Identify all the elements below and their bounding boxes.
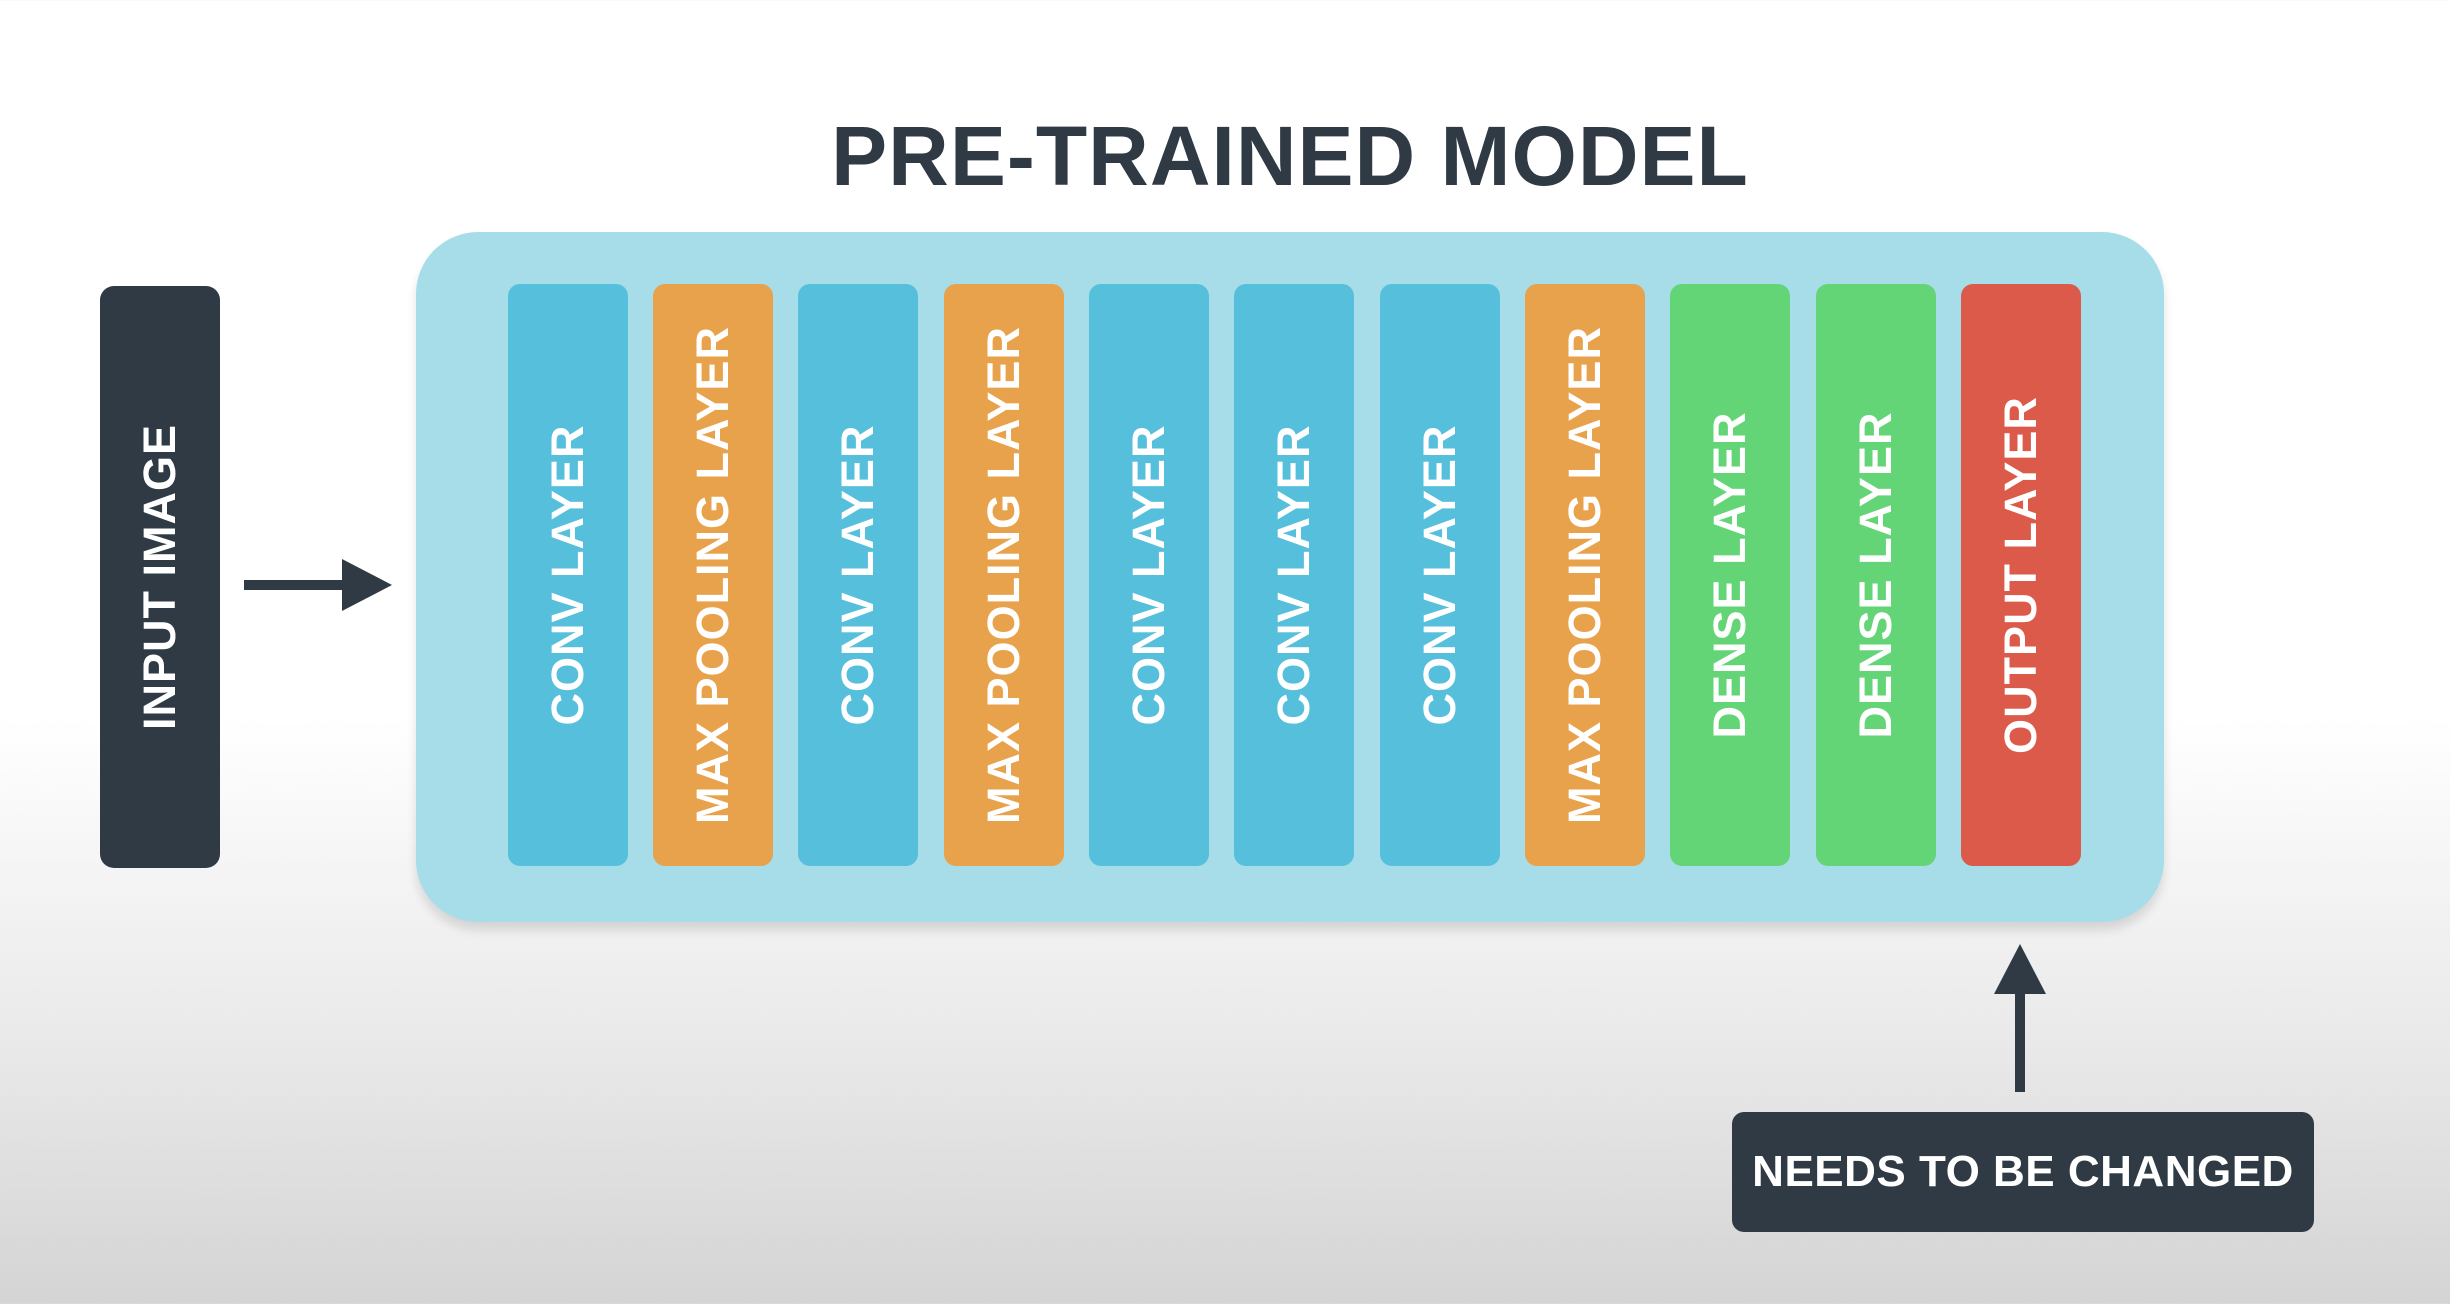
layer-block: CONV LAYER: [508, 284, 628, 866]
layer-label: MAX POOLING LAYER: [687, 326, 738, 824]
layer-block: MAX POOLING LAYER: [653, 284, 773, 866]
layer-label: CONV LAYER: [832, 424, 883, 726]
right-arrow-icon: [244, 559, 392, 611]
layer-label: CONV LAYER: [1123, 424, 1174, 726]
up-arrow-icon: [1994, 944, 2046, 1092]
layer-block: CONV LAYER: [1380, 284, 1500, 866]
input-image-block: INPUT IMAGE: [100, 286, 220, 868]
layer-block: MAX POOLING LAYER: [1525, 284, 1645, 866]
layer-block: CONV LAYER: [798, 284, 918, 866]
output-layer-block: OUTPUT LAYER: [1961, 284, 2081, 866]
layer-block: CONV LAYER: [1089, 284, 1209, 866]
layer-label: MAX POOLING LAYER: [978, 326, 1029, 824]
layer-block: MAX POOLING LAYER: [944, 284, 1064, 866]
callout-label: NEEDS TO BE CHANGED: [1752, 1147, 2294, 1196]
layer-block: CONV LAYER: [1234, 284, 1354, 866]
layer-label: MAX POOLING LAYER: [1559, 326, 1610, 824]
layer-label: CONV LAYER: [542, 424, 593, 726]
diagram-title: PRE-TRAINED MODEL: [831, 109, 1749, 203]
layer-label: CONV LAYER: [1268, 424, 1319, 726]
layer-label: DENSE LAYER: [1850, 411, 1901, 739]
pretrained-model-panel: CONV LAYER MAX POOLING LAYER CONV LAYER …: [416, 232, 2164, 922]
layer-block: DENSE LAYER: [1816, 284, 1936, 866]
layer-label: CONV LAYER: [1414, 424, 1465, 726]
input-image-label: INPUT IMAGE: [134, 423, 185, 731]
layer-block: DENSE LAYER: [1670, 284, 1790, 866]
layer-label: DENSE LAYER: [1704, 411, 1755, 739]
layer-label: OUTPUT LAYER: [1995, 396, 2046, 754]
needs-change-callout: NEEDS TO BE CHANGED: [1732, 1112, 2314, 1232]
